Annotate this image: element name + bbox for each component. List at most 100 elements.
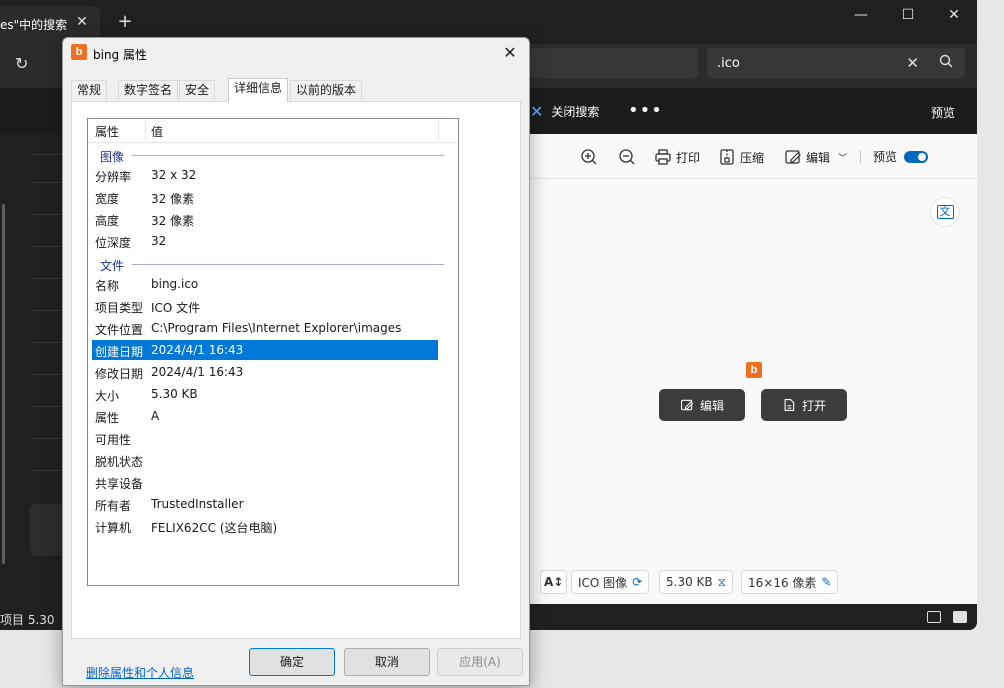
tab-title: es"中的搜索 [0,18,68,32]
property-name: 项目类型 [95,301,144,315]
divider [32,182,62,183]
divider [32,406,62,407]
preview-toolbar: 打印 压缩 编辑 ﹀ 预览 [530,134,977,179]
zoom-in-button[interactable] [580,148,598,166]
property-value: A [151,409,160,423]
property-value: 2024/4/1 16:43 [151,365,244,379]
column-value[interactable]: 值 [151,123,163,140]
preview-edit-button[interactable]: 编辑 [659,389,745,421]
property-row[interactable]: 名称 bing.ico [92,274,438,294]
property-row[interactable]: 修改日期 2024/4/1 16:43 [92,362,438,382]
printer-icon [655,149,671,165]
group-divider [132,264,444,265]
address-field[interactable] [530,48,698,78]
preview-open-button[interactable]: 打开 [761,389,847,421]
more-options-icon[interactable]: ••• [628,100,663,121]
cancel-button[interactable]: 取消 [344,648,430,676]
property-row[interactable]: 所有者 TrustedInstaller [92,494,438,514]
preview-pane-button[interactable]: 预览 [931,104,955,121]
tiles-view-icon[interactable] [953,611,967,623]
close-search-button[interactable]: ✕ 关闭搜索 [530,103,599,120]
property-row[interactable]: 脱机状态 [92,450,438,470]
tab-digital-signatures[interactable]: 数字签名 [118,80,179,100]
column-property[interactable]: 属性 [95,123,119,140]
dialog-close-icon[interactable]: ✕ [499,42,521,64]
apply-button[interactable]: 应用(A) [437,648,523,676]
chevron-down-icon: ﹀ [838,153,848,164]
nav-card[interactable] [30,504,62,556]
tab-general[interactable]: 常规 [71,80,108,100]
column-divider[interactable] [438,121,439,141]
property-value: 2024/4/1 16:43 [151,343,244,357]
tab-security[interactable]: 安全 [179,80,216,100]
tab-close-icon[interactable]: ✕ [74,14,90,30]
edit-dropdown-button[interactable]: 编辑 ﹀ [784,148,847,166]
details-view-icon[interactable] [927,611,941,623]
property-row[interactable]: 大小 5.30 KB [92,384,438,404]
compress-button[interactable]: 压缩 [718,148,764,166]
property-row[interactable]: 计算机 FELIX62CC (这台电脑) [92,516,438,536]
file-type-chip[interactable]: ICO 图像 ⟳ [571,570,650,594]
tab-previous-versions[interactable]: 以前的版本 [290,80,363,100]
property-name: 可用性 [95,433,132,447]
property-row[interactable]: 宽度 32 像素 [92,187,438,207]
property-value: FELIX62CC (这台电脑) [151,521,278,535]
file-type-label: ICO 图像 [578,575,628,590]
divider [32,342,62,343]
preview-toggle[interactable] [904,151,928,163]
property-name: 计算机 [95,521,132,535]
property-row[interactable]: 文件位置 C:\Program Files\Internet Explorer\i… [92,318,438,338]
group-header: 图像 [100,150,125,164]
property-row[interactable]: 位深度 32 [92,231,438,251]
zoom-out-button[interactable] [618,148,636,166]
property-row[interactable]: 可用性 [92,428,438,448]
property-value: TrustedInstaller [151,497,244,511]
close-search-label: 关闭搜索 [551,105,600,119]
property-row[interactable]: 共享设备 [92,472,438,492]
property-value: 32 x 32 [151,168,197,182]
search-input[interactable]: .ico ✕ [707,48,965,78]
properties-dialog: b bing 属性 ✕ 常规 数字签名 安全 详细信息 以前的版本 属性 值 图… [62,37,530,686]
file-size-chip[interactable]: 5.30 KB ⧖ [659,570,734,594]
divider [32,374,62,375]
edit-label: 编辑 [806,150,831,165]
preview-edit-label: 编辑 [699,398,724,413]
property-name: 高度 [95,214,120,228]
preview-toggle-label: 预览 [873,150,898,164]
divider [32,278,62,279]
property-row[interactable]: 创建日期 2024/4/1 16:43 [92,340,438,360]
print-button[interactable]: 打印 [654,148,700,166]
remove-properties-link[interactable]: 删除属性和个人信息 [86,664,194,681]
ok-button[interactable]: 确定 [249,648,335,676]
property-row[interactable]: 高度 32 像素 [92,209,438,229]
pencil-icon: ✎ [821,575,832,589]
toolbar-divider [860,150,861,164]
clear-search-icon[interactable]: ✕ [906,54,919,72]
scrollbar[interactable] [2,204,5,564]
property-row[interactable]: 分辨率 32 x 32 [92,165,438,185]
group-divider [132,155,444,156]
column-divider[interactable] [145,121,146,141]
property-name: 位深度 [95,236,132,250]
property-name: 宽度 [95,192,120,206]
preview-open-label: 打开 [801,398,826,413]
property-value: 32 像素 [151,192,195,206]
translate-button[interactable]: 文 [930,197,960,227]
refresh-icon[interactable]: ↻ [15,54,28,73]
maximize-icon[interactable]: ☐ [892,4,924,26]
property-row[interactable]: 属性 A [92,406,438,426]
property-row[interactable]: 项目类型 ICO 文件 [92,296,438,316]
dimensions-label: 16×16 像素 [748,575,817,590]
property-name: 创建日期 [95,345,144,359]
window-close-icon[interactable]: ✕ [938,4,970,26]
property-name: 名称 [95,279,120,293]
property-name: 分辨率 [95,170,132,184]
property-value: C:\Program Files\Internet Explorer\image… [151,321,402,335]
minimize-icon[interactable]: — [845,4,877,26]
tab-details[interactable]: 详细信息 [228,78,289,102]
dimensions-chip[interactable]: 16×16 像素 ✎ [741,570,839,594]
properties-list[interactable]: 属性 值 图像 分辨率 32 x 32 宽度 32 像素 高度 32 像素 位深度 32 文件 名称… [87,118,459,586]
search-icon[interactable] [939,54,953,72]
text-size-chip[interactable]: A↕ [540,570,568,594]
new-tab-icon[interactable]: + [116,12,134,32]
